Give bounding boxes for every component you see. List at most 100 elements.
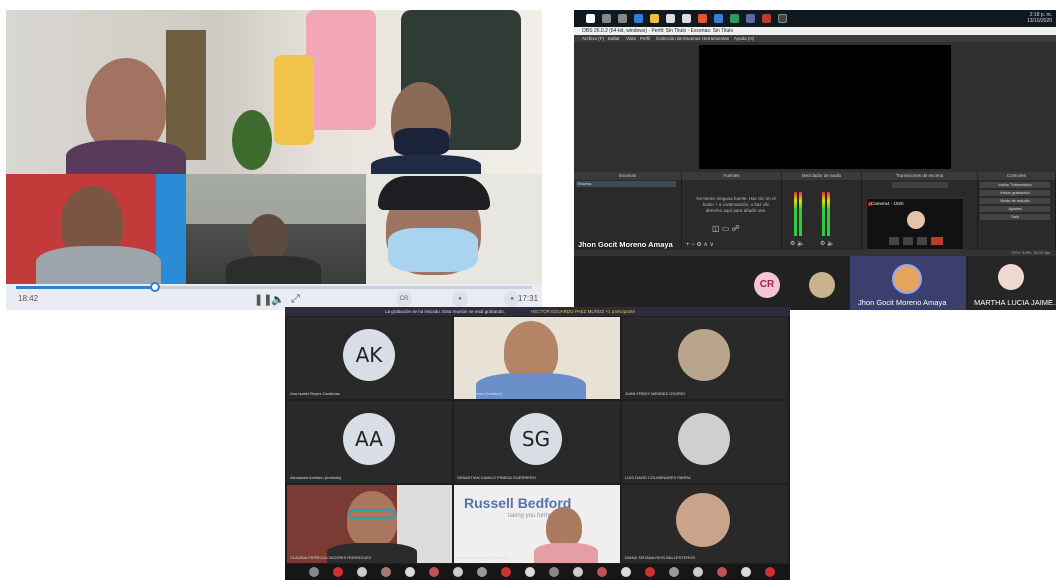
participant-tile[interactable]: SG SEBASTIAN CAMILO PINEDA GUERRERO bbox=[454, 401, 620, 483]
participant-thumb[interactable] bbox=[525, 567, 535, 577]
participant-thumb[interactable] bbox=[549, 567, 559, 577]
menu-tools[interactable]: Herramientas bbox=[702, 35, 729, 42]
participant-name: DIANA TATIANA RIOS BALLESTEROS bbox=[625, 555, 696, 560]
participant-tile[interactable]: AA Alexandra Arellano (Invitado) bbox=[287, 401, 452, 483]
recording-banner: La grabación se ha iniciado. Esta reunió… bbox=[285, 307, 790, 316]
share-icon[interactable] bbox=[917, 237, 927, 245]
participant-thumb[interactable] bbox=[597, 567, 607, 577]
participant-thumb[interactable] bbox=[477, 567, 487, 577]
participant-thumb[interactable] bbox=[501, 567, 511, 577]
participant-name: Nicolás Gómez (Invitado) bbox=[457, 391, 502, 396]
seek-bar[interactable] bbox=[16, 282, 532, 292]
menu-edit[interactable]: Editar bbox=[608, 35, 620, 42]
camera-preview-popup: Camera4 - 1920 bbox=[866, 198, 964, 250]
participant-thumb[interactable] bbox=[645, 567, 655, 577]
participant-tile[interactable]: AK Ana Isabel Reyes Cárdenas bbox=[287, 317, 452, 399]
mic-toggle-icon[interactable] bbox=[903, 237, 913, 245]
search-icon[interactable] bbox=[602, 14, 611, 23]
mixer-gear-icon[interactable]: ⚙ 🔈 bbox=[820, 240, 835, 247]
powerpoint-icon[interactable] bbox=[762, 14, 771, 23]
teams-icon[interactable] bbox=[746, 14, 755, 23]
participant-thumb[interactable] bbox=[405, 567, 415, 577]
controls-header: Controles bbox=[978, 172, 1056, 180]
participant-thumb[interactable] bbox=[741, 567, 751, 577]
obs-icon[interactable] bbox=[778, 14, 787, 23]
participant-name: Ana Isabel Reyes Cárdenas bbox=[290, 391, 340, 396]
studio-mode-button[interactable]: Modo de estudio bbox=[980, 198, 1050, 204]
participant-name: Sebastián Méndez (Invitado) bbox=[457, 555, 508, 560]
active-speaker-tile[interactable]: Jhon Gocit Moreno Amaya bbox=[850, 256, 966, 310]
initials-avatar: AA bbox=[343, 413, 395, 465]
video-tile bbox=[6, 174, 186, 284]
menu-scene-collection[interactable]: Colección de Escenas bbox=[656, 35, 701, 42]
face-mask bbox=[388, 228, 478, 272]
transition-select[interactable] bbox=[892, 182, 948, 188]
participant-avatar-cr[interactable]: CR bbox=[754, 272, 780, 298]
sources-toolbar[interactable]: + − ⚙ ∧ ∨ bbox=[686, 241, 714, 248]
settings-button[interactable]: Ajustes bbox=[980, 206, 1050, 212]
participant-avatar[interactable] bbox=[809, 272, 835, 298]
recording-banner-user: HECTOR EDUARDO PAEZ MUÑOZ +1 participant… bbox=[531, 309, 635, 314]
fullscreen-icon[interactable]: ⤢ bbox=[291, 293, 300, 306]
initials-avatar: AK bbox=[343, 329, 395, 381]
participant-thumb[interactable] bbox=[333, 567, 343, 577]
participant-thumb[interactable] bbox=[765, 567, 775, 577]
start-streaming-button[interactable]: Iniciar Transmisión bbox=[980, 182, 1050, 188]
participant-thumb[interactable] bbox=[693, 567, 703, 577]
excel-icon[interactable] bbox=[730, 14, 739, 23]
volume-icon[interactable]: 🔈 bbox=[271, 293, 285, 306]
windows-taskbar: 2:18 p. m. 13/10/2020 bbox=[574, 10, 1056, 27]
scenes-dock-header: Escenas bbox=[574, 172, 682, 180]
camera-toggle-icon[interactable] bbox=[889, 237, 899, 245]
store-icon[interactable] bbox=[666, 14, 675, 23]
task-view-icon[interactable] bbox=[618, 14, 627, 23]
participant-tile[interactable]: CLAUDIA PATRICIA CACERES RODRIGUEZ bbox=[287, 485, 452, 563]
video-tile-main bbox=[6, 10, 542, 174]
participant-tile[interactable]: DIANA TATIANA RIOS BALLESTEROS bbox=[622, 485, 788, 563]
participant-thumb[interactable] bbox=[357, 567, 367, 577]
exit-button[interactable]: Salir bbox=[980, 214, 1050, 220]
hang-up-icon[interactable] bbox=[931, 237, 943, 245]
controls-dock: Iniciar Transmisión Iniciar grabación Mo… bbox=[978, 180, 1056, 250]
chrome-icon[interactable] bbox=[698, 14, 707, 23]
video-tile bbox=[186, 174, 366, 284]
clock-date: 13/10/2020 bbox=[1026, 18, 1052, 24]
menu-file[interactable]: Archivo (F) bbox=[582, 35, 604, 42]
pause-icon[interactable]: ❚❚ bbox=[254, 293, 272, 306]
participant-thumb[interactable] bbox=[429, 567, 439, 577]
windows-start-icon[interactable] bbox=[586, 14, 595, 23]
avatar-button[interactable]: ● bbox=[452, 291, 468, 307]
participant-face bbox=[86, 58, 166, 153]
audio-mixer-dock: ⚙ 🔈 ⚙ 🔈 bbox=[782, 180, 862, 250]
edge-icon[interactable] bbox=[634, 14, 643, 23]
scene-list-item[interactable]: Escena bbox=[576, 181, 676, 187]
mixer-gear-icon[interactable]: ⚙ 🔈 bbox=[790, 240, 805, 247]
participant-thumb[interactable] bbox=[453, 567, 463, 577]
participant-tile[interactable]: Russell Bedford taking you further Sebas… bbox=[454, 485, 620, 563]
menu-profile[interactable]: Perfil bbox=[640, 35, 650, 42]
participant-thumb[interactable] bbox=[381, 567, 391, 577]
taskbar-clock: 2:18 p. m. 13/10/2020 bbox=[1027, 12, 1052, 24]
menu-view[interactable]: Vista bbox=[626, 35, 636, 42]
participant-tile[interactable]: JUAN FREDY MENDEZ OSORIO bbox=[622, 317, 788, 399]
participant-thumb[interactable] bbox=[717, 567, 727, 577]
obs-preview-canvas[interactable] bbox=[699, 45, 951, 169]
participant-tile[interactable]: LUIS DAVID COLMENARES PARRA bbox=[622, 401, 788, 483]
participant-thumb[interactable] bbox=[309, 567, 319, 577]
participant-tile[interactable]: MARTHA LUCIA JAIME... bbox=[968, 256, 1056, 310]
folder-icon[interactable] bbox=[650, 14, 659, 23]
popup-title: Camera4 - 1920 bbox=[871, 201, 904, 206]
word-icon[interactable] bbox=[714, 14, 723, 23]
seek-bar-handle[interactable] bbox=[150, 282, 161, 292]
participant-thumb[interactable] bbox=[669, 567, 679, 577]
participant-thumb[interactable] bbox=[621, 567, 631, 577]
mail-icon[interactable] bbox=[682, 14, 691, 23]
participant-thumb[interactable] bbox=[573, 567, 583, 577]
participant-tile[interactable]: Nicolás Gómez (Invitado) bbox=[454, 317, 620, 399]
audio-meter bbox=[827, 192, 830, 236]
start-recording-button[interactable]: Iniciar grabación bbox=[980, 190, 1050, 196]
yellow-shirt bbox=[274, 55, 314, 145]
menu-help[interactable]: Ayuda (H) bbox=[734, 35, 754, 42]
presenter-button[interactable]: CR bbox=[396, 291, 412, 307]
participant-body bbox=[327, 543, 417, 563]
